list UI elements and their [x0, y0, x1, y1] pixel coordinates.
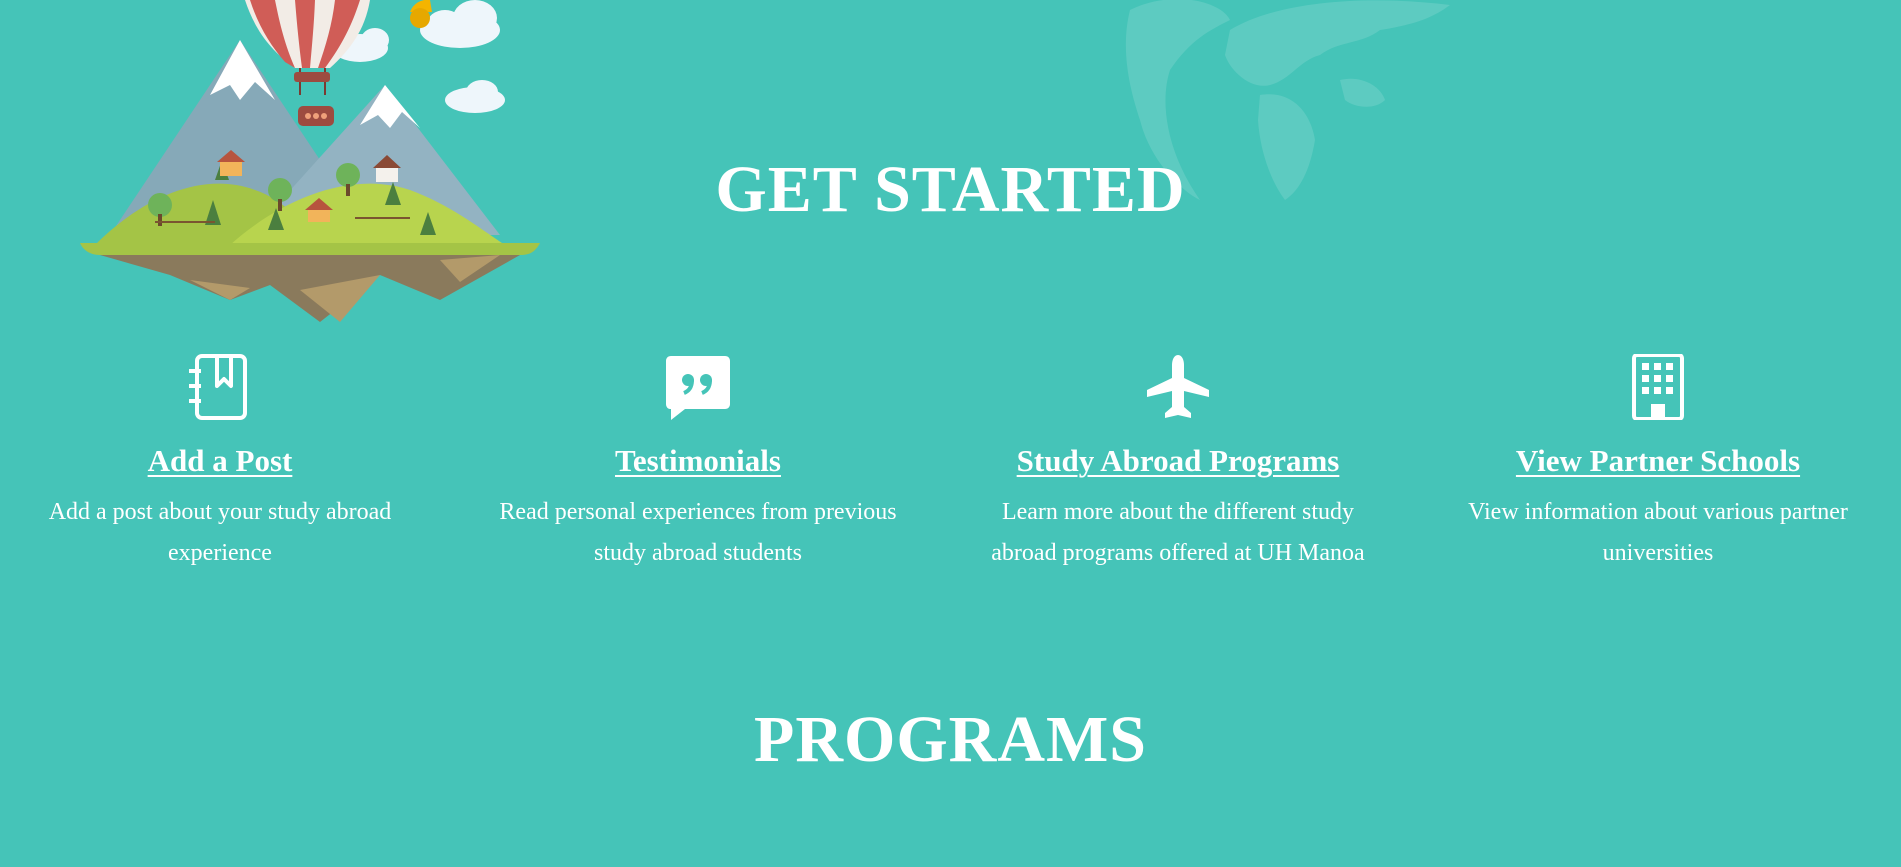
address-book-icon [189, 354, 247, 420]
view-partner-schools-description: View information about various partner u… [1468, 499, 1848, 566]
study-abroad-programs-description: Learn more about the different study abr… [991, 499, 1365, 566]
testimonials-description: Read personal experiences from previous … [499, 499, 897, 566]
programs-heading: PROGRAMS [754, 703, 1147, 776]
building-icon [1632, 354, 1684, 420]
add-post-link[interactable]: Add a Post [0, 442, 440, 480]
view-partner-schools-link[interactable]: View Partner Schools [1438, 442, 1878, 480]
feature-add-post: Add a Post Add a post about your study a… [0, 354, 440, 574]
testimonials-link[interactable]: Testimonials [478, 442, 918, 480]
add-post-description: Add a post about your study abroad exper… [48, 499, 392, 566]
feature-view-partner-schools: View Partner Schools View information ab… [1438, 354, 1878, 574]
quote-speech-bubble-icon [666, 356, 730, 420]
study-abroad-programs-link[interactable]: Study Abroad Programs [958, 442, 1398, 480]
get-started-features: Add a Post Add a post about your study a… [0, 354, 1901, 594]
get-started-heading: GET STARTED [715, 153, 1186, 226]
feature-study-abroad-programs: Study Abroad Programs Learn more about t… [958, 354, 1398, 574]
airplane-icon [1147, 355, 1209, 418]
feature-testimonials: Testimonials Read personal experiences f… [478, 354, 918, 574]
